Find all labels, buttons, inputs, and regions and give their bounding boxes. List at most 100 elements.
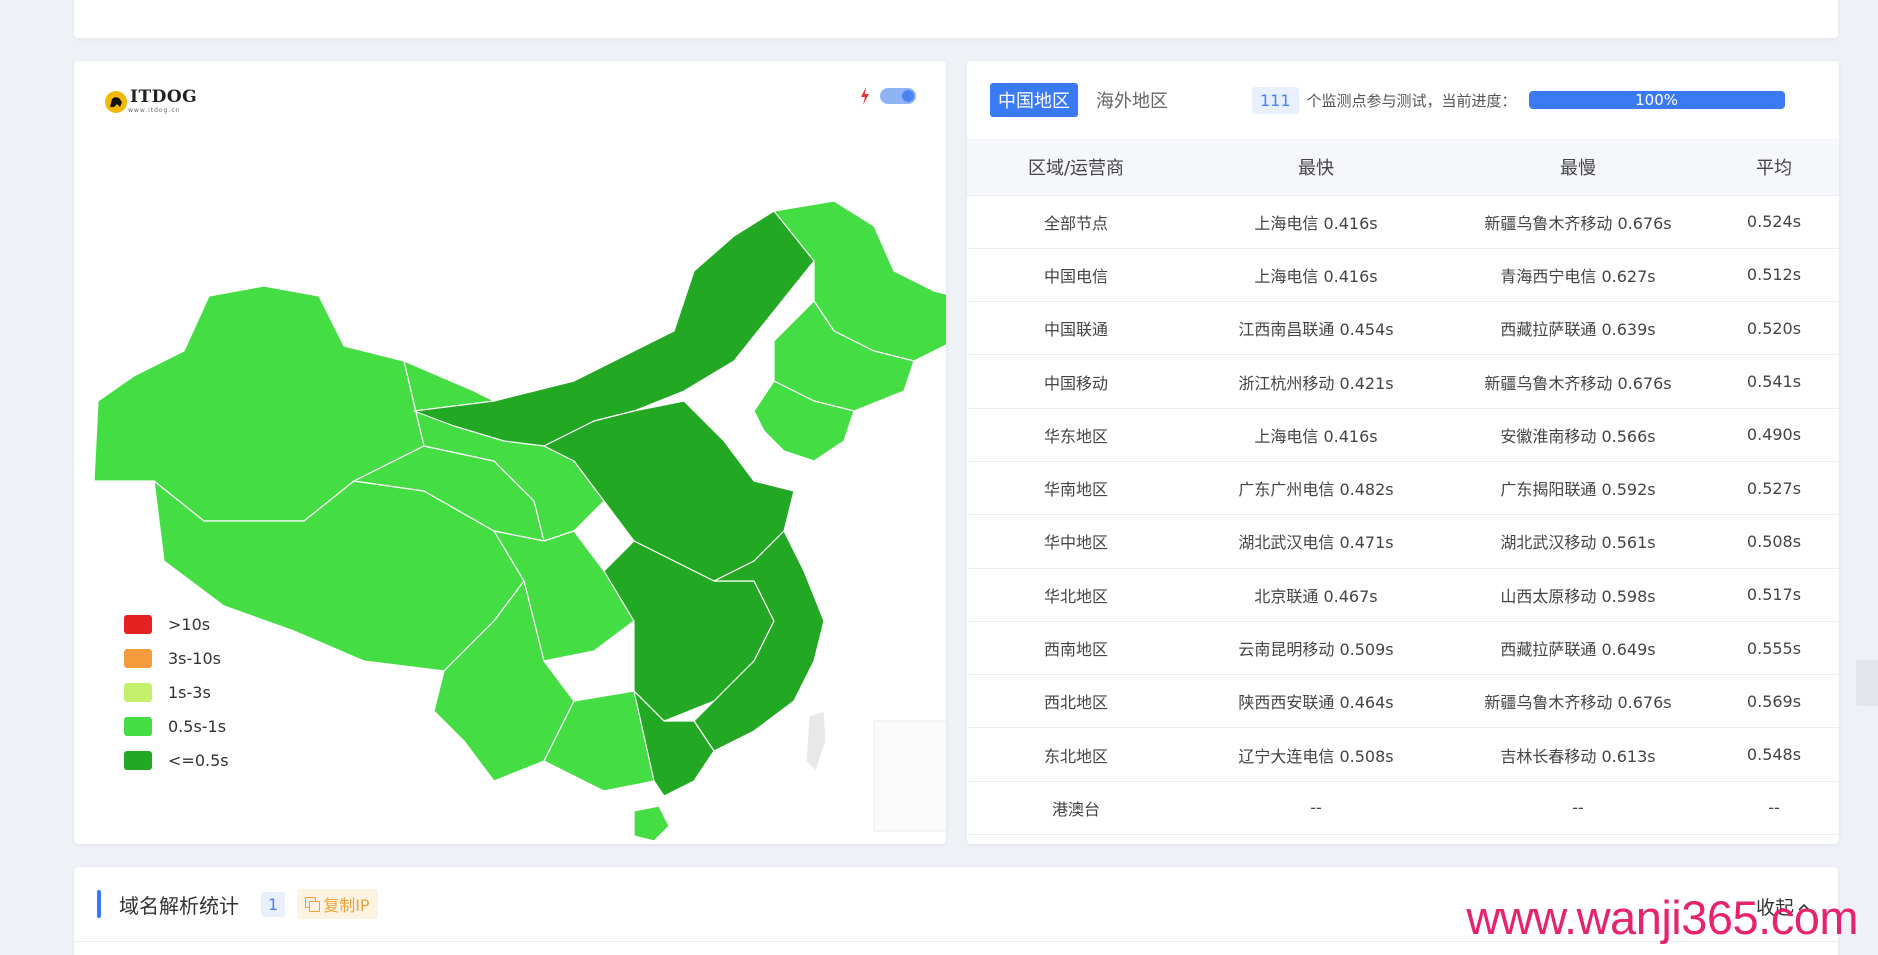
legend-label: 1s-3s xyxy=(168,682,211,702)
table-row: 西北地区 陕西西安联通 0.464s 新疆乌鲁木齐移动 0.676s 0.569s xyxy=(967,674,1839,729)
column-header-slowest: 最慢 xyxy=(1447,139,1709,196)
average-cell: 0.555s xyxy=(1709,621,1839,676)
table-header-row: 区域/运营商 最快 最慢 平均 xyxy=(967,139,1839,196)
region-cell: 全部节点 xyxy=(967,195,1185,249)
slowest-cell: 新疆乌鲁木齐移动 0.676s xyxy=(1447,674,1709,729)
stats-table: 区域/运营商 最快 最慢 平均 全部节点 上海电信 0.416s 新疆乌鲁木齐移动 … xyxy=(967,139,1839,836)
table-row: 全部节点 上海电信 0.416s 新疆乌鲁木齐移动 0.676s 0.524s xyxy=(967,195,1839,249)
region-cell: 华东地区 xyxy=(967,408,1185,462)
table-row: 华北地区 北京联通 0.467s 山西太原移动 0.598s 0.517s xyxy=(967,568,1839,622)
legend-label: 3s-10s xyxy=(168,648,221,668)
fastest-cell: -- xyxy=(1185,781,1447,836)
section-accent-bar xyxy=(97,890,101,918)
region-cell: 中国联通 xyxy=(967,301,1185,356)
top-card xyxy=(74,0,1838,38)
slowest-cell: 新疆乌鲁木齐移动 0.676s xyxy=(1447,354,1709,409)
fastest-cell: 云南昆明移动 0.509s xyxy=(1185,621,1447,676)
copy-ip-button[interactable]: 复制IP xyxy=(297,889,378,919)
column-header-region: 区域/运营商 xyxy=(967,139,1185,196)
progress-label: 个监测点参与测试，当前进度： xyxy=(1306,91,1517,110)
table-row: 中国电信 上海电信 0.416s 青海西宁电信 0.627s 0.512s xyxy=(967,248,1839,303)
tab-overseas-region[interactable]: 海外地区 xyxy=(1096,87,1168,113)
legend-label: <=0.5s xyxy=(168,750,229,770)
region-cell: 港澳台 xyxy=(967,781,1185,836)
fastest-cell: 辽宁大连电信 0.508s xyxy=(1185,727,1447,782)
legend-item: 3s-10s xyxy=(124,641,229,675)
region-cell: 华中地区 xyxy=(967,514,1185,569)
fastest-cell: 北京联通 0.467s xyxy=(1185,568,1447,622)
fastest-cell: 上海电信 0.416s xyxy=(1185,195,1447,249)
legend-item: <=0.5s xyxy=(124,743,229,777)
region-cell: 西南地区 xyxy=(967,621,1185,676)
table-row: 中国移动 浙江杭州移动 0.421s 新疆乌鲁木齐移动 0.676s 0.541s xyxy=(967,354,1839,409)
region-cell: 中国移动 xyxy=(967,354,1185,409)
legend-swatch xyxy=(124,648,152,668)
tab-china-region[interactable]: 中国地区 xyxy=(990,83,1078,117)
average-cell: 0.541s xyxy=(1709,354,1839,409)
table-row: 东北地区 辽宁大连电信 0.508s 吉林长春移动 0.613s 0.548s xyxy=(967,727,1839,782)
fastest-cell: 广东广州电信 0.482s xyxy=(1185,461,1447,516)
fastest-cell: 上海电信 0.416s xyxy=(1185,248,1447,303)
fastest-cell: 浙江杭州移动 0.421s xyxy=(1185,354,1447,409)
watermark-text: www.wanji365.com xyxy=(1466,891,1858,944)
legend-item: >10s xyxy=(124,607,229,641)
copy-ip-label: 复制IP xyxy=(323,896,370,915)
stats-header: 中国地区 海外地区 111 个监测点参与测试，当前进度： 100% xyxy=(967,61,1839,139)
fastest-cell: 湖北武汉电信 0.471s xyxy=(1185,514,1447,569)
copy-icon xyxy=(305,897,321,912)
legend-item: 0.5s-1s xyxy=(124,709,229,743)
fastest-cell: 上海电信 0.416s xyxy=(1185,408,1447,462)
slowest-cell: 西藏拉萨联通 0.639s xyxy=(1447,301,1709,356)
region-cell: 华北地区 xyxy=(967,568,1185,622)
slowest-cell: -- xyxy=(1447,781,1709,836)
region-cell: 中国电信 xyxy=(967,248,1185,303)
section-title: 域名解析统计 xyxy=(119,893,239,918)
average-cell: 0.527s xyxy=(1709,461,1839,516)
average-cell: 0.490s xyxy=(1709,408,1839,462)
slowest-cell: 新疆乌鲁木齐移动 0.676s xyxy=(1447,195,1709,249)
fastest-cell: 陕西西安联通 0.464s xyxy=(1185,674,1447,729)
table-row: 中国联通 江西南昌联通 0.454s 西藏拉萨联通 0.639s 0.520s xyxy=(967,301,1839,356)
column-header-average: 平均 xyxy=(1709,139,1839,196)
slowest-cell: 广东揭阳联通 0.592s xyxy=(1447,461,1709,516)
table-row: 华中地区 湖北武汉电信 0.471s 湖北武汉移动 0.561s 0.508s xyxy=(967,514,1839,569)
legend-label: >10s xyxy=(168,614,211,634)
latency-legend: >10s 3s-10s 1s-3s 0.5s-1s <=0.5s xyxy=(124,607,229,777)
stats-card: 中国地区 海外地区 111 个监测点参与测试，当前进度： 100% 区域/运营商… xyxy=(967,61,1839,844)
legend-swatch xyxy=(124,750,152,770)
slowest-cell: 安徽淮南移动 0.566s xyxy=(1447,408,1709,462)
average-cell: 0.508s xyxy=(1709,514,1839,569)
table-row: 华东地区 上海电信 0.416s 安徽淮南移动 0.566s 0.490s xyxy=(967,408,1839,462)
legend-swatch xyxy=(124,682,152,702)
region-cell: 东北地区 xyxy=(967,727,1185,782)
region-cell: 西北地区 xyxy=(967,674,1185,729)
legend-swatch xyxy=(124,614,152,634)
scroll-side-tab[interactable] xyxy=(1856,660,1878,706)
fastest-cell: 江西南昌联通 0.454s xyxy=(1185,301,1447,356)
ip-count-badge: 1 xyxy=(261,891,286,917)
slowest-cell: 湖北武汉移动 0.561s xyxy=(1447,514,1709,569)
slowest-cell: 西藏拉萨联通 0.649s xyxy=(1447,621,1709,676)
legend-label: 0.5s-1s xyxy=(168,716,227,736)
slowest-cell: 山西太原移动 0.598s xyxy=(1447,568,1709,622)
progress-bar: 100% xyxy=(1528,91,1785,109)
node-count-badge: 111 xyxy=(1252,86,1299,114)
legend-item: 1s-3s xyxy=(124,675,229,709)
table-row: 西南地区 云南昆明移动 0.509s 西藏拉萨联通 0.649s 0.555s xyxy=(967,621,1839,676)
map-region-taiwan[interactable] xyxy=(805,710,827,772)
south-china-sea-inset xyxy=(873,720,946,832)
map-region-hainan[interactable] xyxy=(633,805,670,842)
average-cell: -- xyxy=(1709,781,1839,836)
region-cell: 华南地区 xyxy=(967,461,1185,516)
slowest-cell: 青海西宁电信 0.627s xyxy=(1447,248,1709,303)
average-cell: 0.548s xyxy=(1709,727,1839,782)
table-row: 港澳台 -- -- -- xyxy=(967,781,1839,836)
average-cell: 0.569s xyxy=(1709,674,1839,729)
average-cell: 0.524s xyxy=(1709,195,1839,249)
column-header-fastest: 最快 xyxy=(1185,139,1447,196)
map-card: ITDOG www.itdog.cn >10s 3s-10s 1s-3s 0.5… xyxy=(74,61,946,844)
average-cell: 0.512s xyxy=(1709,248,1839,303)
average-cell: 0.520s xyxy=(1709,301,1839,356)
legend-swatch xyxy=(124,716,152,736)
slowest-cell: 吉林长春移动 0.613s xyxy=(1447,727,1709,782)
